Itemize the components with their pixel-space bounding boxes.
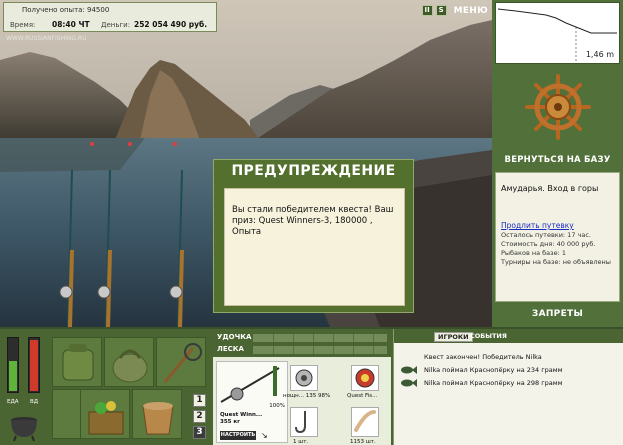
food-label: ЕДА [7, 399, 19, 405]
depth-chart: 1,46 m [495, 2, 620, 64]
depth-value: 1,46 m [585, 50, 614, 59]
pause-button[interactable]: II [421, 5, 433, 16]
hook-slot[interactable] [290, 407, 318, 437]
warning-dialog[interactable]: ПРЕДУПРЕЖДЕНИЕ Вы стали победителем квес… [213, 159, 414, 313]
kit-button-2[interactable]: 2 [193, 410, 206, 423]
bucket-icon [142, 402, 174, 435]
line-spool-slot[interactable] [351, 365, 379, 391]
sound-button[interactable]: S [435, 5, 447, 16]
bait-basket-icon [88, 401, 124, 435]
chat-message: Квест закончен! Победитель Nilka [424, 353, 542, 361]
experience-text: Получено опыта: 94500 [22, 6, 110, 14]
cauldron-icon[interactable] [8, 411, 40, 445]
menu-button[interactable]: МЕНЮ [454, 6, 488, 16]
line-spool-icon [355, 368, 375, 388]
bait-icon [354, 410, 376, 432]
trip-remaining: Осталось путевки: 17 час. [501, 231, 591, 239]
time-label: Время: [10, 21, 36, 29]
chat-message: Nilka поймал Краснопёрку на 234 грамм [424, 366, 563, 374]
rod-wear-bar [253, 334, 387, 342]
tackle-panel: УДОЧКА ЛЕСКА 100% Quest Winn... 355 кг НА… [213, 329, 391, 445]
rod-name: Quest Winn... 355 кг [220, 412, 263, 425]
money-value: 252 054 490 руб. [134, 20, 208, 29]
landing-net-icon [163, 343, 202, 383]
fish-icon [401, 366, 417, 374]
pointer-icon: ↘ [261, 431, 268, 440]
rod-condition: 100% [269, 403, 285, 409]
backpack-slot[interactable] [52, 337, 102, 387]
bottom-panel: ЕДА ВД 1 2 3 УДОЧКА ЛЕСКА 100% Quest Win… [0, 327, 623, 445]
rod-icon [220, 366, 280, 403]
status-bars: ЕДА ВД [4, 337, 44, 405]
game-screen: Получено опыта: 94500 Время: 08:40 ЧТ Де… [0, 0, 623, 445]
extend-trip-link[interactable]: Продлить путевку [501, 221, 574, 230]
line-wear-label: ЛЕСКА [217, 345, 244, 353]
money-label: Деньги: [101, 21, 131, 29]
food-bar [7, 337, 19, 393]
keepnet-slot[interactable] [132, 389, 182, 439]
location-panel: Амударья. Вход в горы Продлить путевку О… [495, 172, 620, 302]
site-watermark: WWW.RUSSIANFISHING.RU [6, 35, 87, 42]
landing-net-slot[interactable] [156, 337, 206, 387]
reel-caption: нощн... 135 [283, 393, 317, 399]
right-panel: 1,46 m ВЕРНУТЬСЯ НА БАЗУ Амударья. Вход … [492, 0, 623, 327]
reel-slot[interactable] [290, 365, 318, 391]
anglers-on-base: Рыбаков на базе: 1 [501, 249, 566, 257]
rod-wear-label: УДОЧКА [217, 333, 252, 341]
chat-panel: ИГРОКИ СОБЫТИЯ Квест закончен! Победител… [393, 329, 623, 445]
ship-wheel-icon[interactable] [525, 74, 591, 144]
kit-button-1[interactable]: 1 [193, 394, 206, 407]
location-title: Амударья. Вход в горы [501, 184, 599, 193]
bag-icon [112, 349, 148, 383]
back-to-base-button[interactable]: ВЕРНУТЬСЯ НА БАЗУ [492, 155, 623, 165]
chat-tabs: ИГРОКИ СОБЫТИЯ [394, 329, 623, 343]
tournaments-on-base: Турниры на базе: не объявлены [501, 258, 611, 266]
fishing-scene[interactable]: Получено опыта: 94500 Время: 08:40 ЧТ Де… [0, 0, 492, 327]
hook-icon [295, 411, 306, 434]
day-cost: Стоимость дня: 40 000 руб. [501, 240, 596, 248]
line-wear-bar [253, 346, 387, 354]
top-buttons: II S МЕНЮ [421, 5, 488, 16]
hook-caption: 1 шт. [293, 439, 309, 445]
alcohol-bar [28, 337, 40, 393]
rod-slot[interactable]: 100% Quest Winn... 355 кг НАСТРОИТЬ ↘ [216, 361, 288, 443]
backpack-icon [62, 344, 94, 381]
setup-button[interactable]: НАСТРОИТЬ [220, 431, 256, 440]
chat-message: Nilka поймал Краснопёрку на 298 грамм [424, 379, 563, 387]
fish-icon [401, 379, 417, 387]
reel-percent: 98% [318, 393, 331, 399]
bait-basket-slot[interactable] [80, 389, 130, 439]
tab-events[interactable]: СОБЫТИЯ [470, 332, 507, 340]
tab-players[interactable]: ИГРОКИ [434, 332, 473, 342]
dialog-message: Вы стали победителем квеста! Ваш приз: Q… [224, 188, 405, 306]
bait-slot[interactable] [351, 407, 379, 437]
kit-button-3[interactable]: 3 [193, 426, 206, 439]
bans-button[interactable]: ЗАПРЕТЫ [492, 309, 623, 319]
player-info-panel: Получено опыта: 94500 Время: 08:40 ЧТ Де… [3, 2, 217, 32]
bait-caption: 1153 шт. [350, 439, 376, 445]
line-caption: Quest Fis... [347, 393, 378, 399]
time-value: 08:40 ЧТ [52, 20, 90, 29]
alcohol-label: ВД [30, 399, 39, 405]
reel-icon [295, 369, 313, 387]
dialog-title: ПРЕДУПРЕЖДЕНИЕ [231, 163, 396, 179]
bag-slot[interactable] [104, 337, 154, 387]
